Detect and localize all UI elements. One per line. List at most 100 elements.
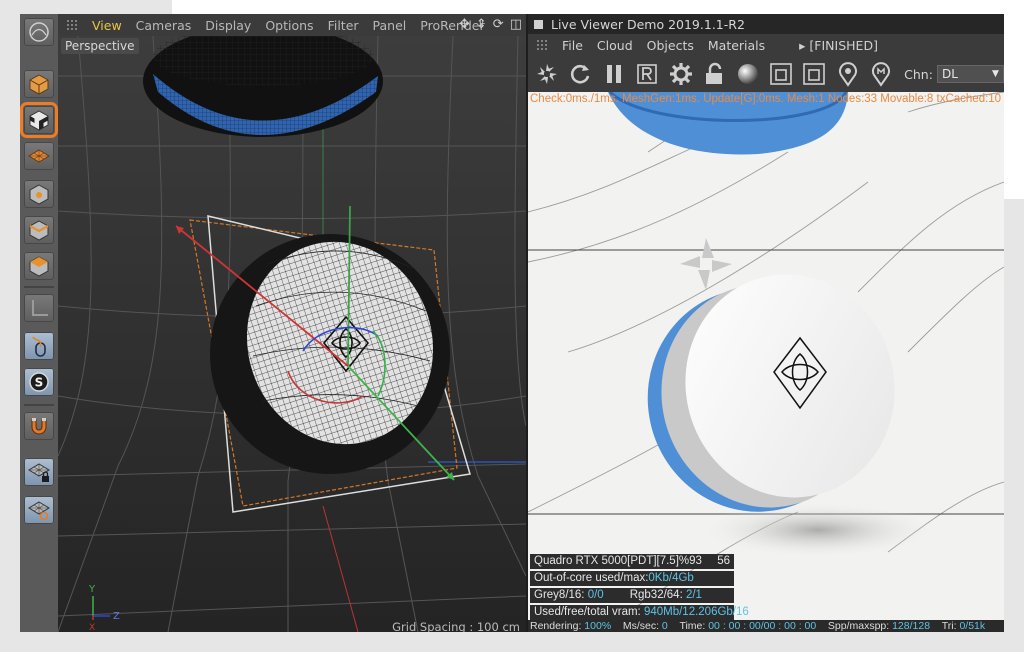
sphere-icon <box>737 64 758 84</box>
window-icon <box>534 19 543 29</box>
grip-icon <box>66 19 78 31</box>
svg-text:X: X <box>89 623 95 632</box>
channel-value: DL <box>941 67 958 81</box>
pause-icon <box>606 65 621 83</box>
live-viewer-title: Live Viewer Demo 2019.1.1-R2 <box>551 16 745 32</box>
palette-separator <box>24 286 54 288</box>
points-mode-button[interactable] <box>24 180 54 208</box>
texture-mode-button[interactable] <box>20 102 58 138</box>
grip-icon <box>536 39 548 51</box>
workplane-icon <box>28 149 50 163</box>
window-frame-icon <box>770 63 792 85</box>
locked-workplane-icon <box>28 463 50 482</box>
render-view[interactable]: Check:0ms./1ms. MeshGen:1ms. Update[G]:0… <box>528 92 1004 620</box>
grid-spacing-label: Grid Spacing : 100 cm <box>392 620 520 632</box>
camera-label[interactable]: Perspective <box>61 38 139 54</box>
palette-separator <box>24 404 54 406</box>
pin-focus-icon <box>838 62 857 87</box>
axis-mode-icon <box>32 300 48 316</box>
edges-mode-icon <box>29 220 49 241</box>
settings-button[interactable] <box>666 59 695 89</box>
render-stats: Quadro RTX 5000[PDT][7.5]%93 56 Out-of-co… <box>530 554 749 620</box>
viewport-scene: Y Z X <box>58 36 526 632</box>
viewport-panel[interactable]: View Cameras Display Options Filter Pane… <box>58 14 526 632</box>
rotate-view-icon[interactable]: ⟳ <box>493 17 504 33</box>
pin-material-icon <box>872 62 891 87</box>
tweak-mode-button[interactable] <box>24 332 54 360</box>
region-r-icon <box>637 64 657 84</box>
restart-render-button[interactable] <box>565 59 594 89</box>
background-right <box>1004 14 1024 199</box>
viewport-menu-panel[interactable]: Panel <box>373 18 407 33</box>
lock-button[interactable] <box>699 59 728 89</box>
planar-workplane-icon <box>28 501 50 521</box>
toggle-view-icon[interactable]: ◫ <box>510 17 522 33</box>
viewer-menu-objects[interactable]: Objects <box>647 38 694 53</box>
svg-text:Y: Y <box>88 584 96 595</box>
render-statusbar: Rendering: 100% Ms/sec: 0 Time: 00 : 00 … <box>528 620 1004 632</box>
render-scene <box>528 92 1004 613</box>
viewport-menu-cameras[interactable]: Cameras <box>136 18 192 33</box>
object-mode-button[interactable] <box>24 70 54 98</box>
workplane-button[interactable] <box>24 142 54 170</box>
gear-icon <box>669 63 692 85</box>
snap-magnet-button[interactable] <box>24 412 54 440</box>
vram-stat: Used/free/total vram: 940Mb/12.206Gb/16 <box>530 605 749 620</box>
render-check-info: Check:0ms./1ms. MeshGen:1ms. Update[G]:0… <box>530 93 1002 105</box>
model-tool-icon <box>29 22 49 42</box>
move-view-icon[interactable]: ✥ <box>459 17 470 33</box>
viewer-menu-materials[interactable]: Materials <box>708 38 765 53</box>
object-mode-icon <box>29 74 49 95</box>
live-viewer-panel: Live Viewer Demo 2019.1.1-R2 File Cloud … <box>528 14 1004 632</box>
viewport-menu-filter[interactable]: Filter <box>328 18 359 33</box>
channel-label: Chn: <box>904 66 933 82</box>
background-top <box>172 0 1024 14</box>
send-scene-button[interactable] <box>532 59 561 89</box>
gpu-stat: Quadro RTX 5000[PDT][7.5]%93 56 <box>530 554 734 569</box>
tool-palette: S <box>20 14 58 632</box>
svg-text:Z: Z <box>113 611 120 622</box>
viewport-menu-display[interactable]: Display <box>205 18 251 33</box>
viewer-menu-file[interactable]: File <box>562 38 583 53</box>
viewport-navigation: ✥ ⇕ ⟳ ◫ <box>459 17 522 33</box>
viewport-menubar: View Cameras Display Options Filter Pane… <box>58 14 526 36</box>
channel-select[interactable]: DL ▼ <box>936 65 1004 83</box>
edges-mode-button[interactable] <box>24 216 54 244</box>
out-of-core-stat: Out-of-core used/max:0Kb/4Gb <box>530 571 734 586</box>
planar-workplane-button[interactable] <box>24 496 54 524</box>
points-mode-icon <box>29 184 49 205</box>
dolly-view-icon[interactable]: ⇕ <box>476 17 487 33</box>
clay-mode-button[interactable] <box>766 59 795 89</box>
polygons-mode-button[interactable] <box>24 252 54 280</box>
octane-logo-icon <box>536 64 557 84</box>
restart-icon <box>571 64 590 84</box>
subsample-button[interactable] <box>800 59 829 89</box>
pick-focus-button[interactable] <box>833 59 862 89</box>
pick-material-button[interactable] <box>867 59 896 89</box>
polygons-mode-icon <box>29 256 49 277</box>
region-render-button[interactable] <box>632 59 661 89</box>
svg-text:S: S <box>35 376 44 390</box>
viewport-menu-options[interactable]: Options <box>265 18 313 33</box>
viewport-menu-view[interactable]: View <box>92 18 122 33</box>
viewer-menu-cloud[interactable]: Cloud <box>597 38 633 53</box>
material-preview-button[interactable] <box>733 59 762 89</box>
live-viewer-titlebar: Live Viewer Demo 2019.1.1-R2 <box>528 14 1004 34</box>
solo-icon: S <box>29 372 49 392</box>
live-viewer-toolbar: Chn: DL ▼ <box>528 56 1004 92</box>
axis-mode-button[interactable] <box>24 294 54 322</box>
cinema4d-window: S View Cameras Display Options Filter Pa… <box>20 14 1004 632</box>
locked-workplane-button[interactable] <box>24 458 54 486</box>
pause-render-button[interactable] <box>599 59 628 89</box>
model-tool-button[interactable] <box>24 18 54 46</box>
unlock-icon <box>706 62 723 84</box>
tweak-mode-icon <box>32 336 46 357</box>
render-status: ▸ [FINISHED] <box>799 37 878 53</box>
solo-button[interactable]: S <box>24 368 54 396</box>
octane-watermark-icon <box>680 238 732 290</box>
live-viewer-menubar: File Cloud Objects Materials ▸ [FINISHED… <box>528 34 1004 56</box>
render-object[interactable] <box>623 251 920 536</box>
chevron-down-icon: ▼ <box>992 69 999 79</box>
texture-count-stat: Grey8/16: 0/0 Rgb32/64: 2/1 <box>530 588 734 603</box>
texture-mode-icon <box>29 110 49 131</box>
